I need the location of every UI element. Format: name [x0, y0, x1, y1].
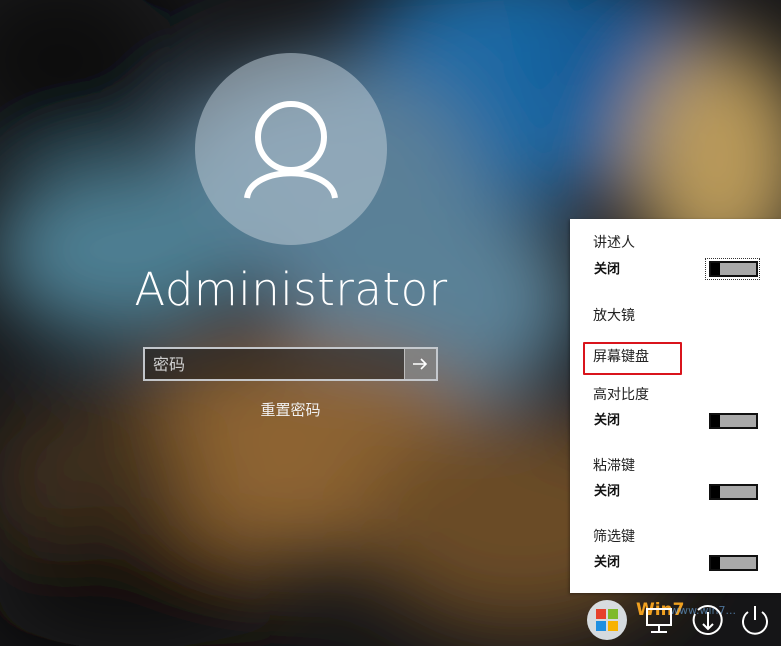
password-field — [143, 347, 438, 381]
toggle-knob — [711, 415, 720, 427]
sticky-keys-toggle[interactable] — [709, 484, 758, 500]
ease-of-access-icon[interactable] — [690, 602, 726, 638]
menu-item-state: 关闭 — [594, 262, 621, 277]
menu-item-label: 粘滞键 — [593, 458, 635, 474]
user-name: Administrator — [134, 263, 448, 316]
toggle-knob — [711, 557, 720, 569]
ease-of-access-menu: 讲述人 关闭 放大镜 屏幕键盘 高对比度 关闭 粘滞键 关闭 筛选键 关闭 — [570, 219, 781, 593]
network-icon[interactable] — [644, 604, 676, 636]
menu-item-state: 关闭 — [594, 555, 621, 570]
reset-password-link[interactable]: 重置密码 — [143, 398, 438, 422]
high-contrast-toggle[interactable] — [709, 413, 758, 429]
menu-item-label: 讲述人 — [593, 235, 635, 251]
arrow-right-icon — [413, 358, 428, 370]
menu-item-label: 筛选键 — [593, 529, 635, 545]
menu-item-state: 关闭 — [594, 413, 621, 428]
watermark-logo — [587, 600, 627, 640]
lock-screen: Administrator 重置密码 讲述人 关闭 放大镜 屏幕键盘 高对比度 … — [0, 0, 781, 646]
menu-item-label: 高对比度 — [593, 387, 649, 403]
narrator-toggle[interactable] — [709, 261, 758, 277]
user-avatar — [195, 53, 387, 245]
menu-item-label: 放大镜 — [593, 308, 635, 324]
filter-keys-toggle[interactable] — [709, 555, 758, 571]
submit-button[interactable] — [404, 349, 436, 379]
toggle-knob — [711, 263, 720, 275]
power-icon[interactable] — [737, 602, 773, 638]
toggle-knob — [711, 486, 720, 498]
password-input[interactable] — [145, 349, 407, 379]
menu-item-state: 关闭 — [594, 484, 621, 499]
user-silhouette-icon — [244, 101, 338, 199]
menu-item-label: 屏幕键盘 — [593, 349, 649, 365]
